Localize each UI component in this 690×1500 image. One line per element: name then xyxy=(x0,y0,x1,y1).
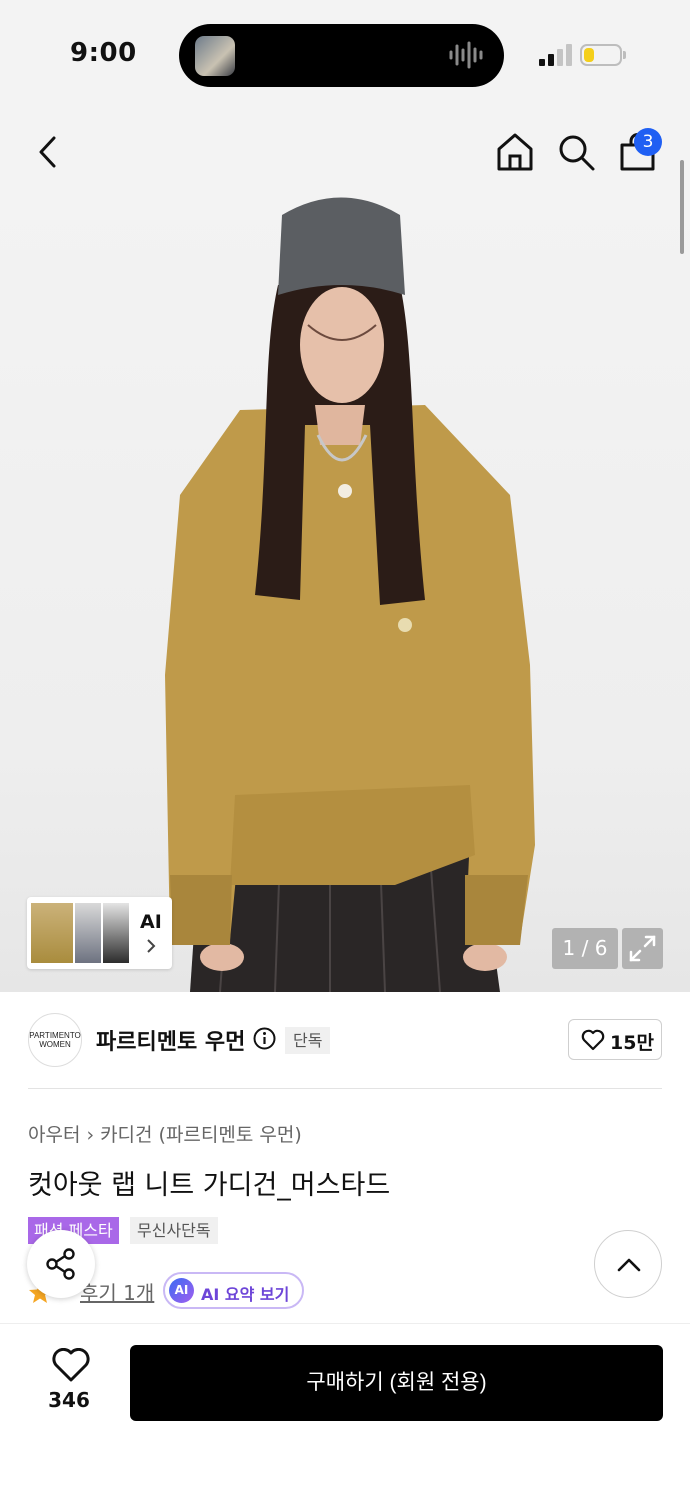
battery-tip xyxy=(623,51,626,59)
battery-icon xyxy=(580,44,622,66)
heart-icon[interactable] xyxy=(49,1348,93,1384)
dynamic-island[interactable] xyxy=(179,24,504,87)
battery-level xyxy=(584,48,594,62)
image-page-indicator: 1 / 6 xyxy=(552,928,618,969)
info-icon[interactable] xyxy=(253,1027,276,1050)
expand-image-button[interactable] xyxy=(622,928,663,969)
now-playing-thumbnail xyxy=(195,36,235,76)
cellular-signal-icon xyxy=(539,44,572,66)
scroll-to-top-button[interactable] xyxy=(594,1230,662,1298)
ai-label: AI xyxy=(140,911,162,933)
cart-count-badge: 3 xyxy=(634,128,662,156)
breadcrumb: 아우터 › 카디건 (파르티멘토 우먼) xyxy=(28,1120,302,1147)
buy-button[interactable]: 구매하기 (회원 전용) xyxy=(130,1345,663,1421)
top-navigation xyxy=(0,110,690,195)
ai-icon: AI xyxy=(169,1278,194,1303)
ai-lookbook-card[interactable]: AI xyxy=(27,897,172,969)
ai-summary-button[interactable]: AI AI 요약 보기 xyxy=(163,1272,304,1309)
thumbnail-1 xyxy=(31,903,73,963)
review-link[interactable]: 후기 1개 xyxy=(80,1277,154,1306)
musinsa-exclusive-tag: 무신사단독 xyxy=(130,1217,218,1244)
status-time: 9:00 xyxy=(70,38,137,68)
search-icon[interactable] xyxy=(556,132,596,172)
product-title: 컷아웃 랩 니트 가디건_머스타드 xyxy=(28,1170,391,1201)
exclusive-badge: 단독 xyxy=(285,1027,331,1054)
breadcrumb-subcategory[interactable]: 카디건 (파르티멘토 우먼) xyxy=(100,1124,302,1146)
share-button[interactable] xyxy=(27,1230,95,1298)
chevron-left-icon[interactable] xyxy=(32,134,64,170)
heart-icon xyxy=(581,1029,605,1051)
brand-logo[interactable]: PARTIMENTO WOMEN xyxy=(28,1013,82,1067)
ai-summary-label: AI 요약 보기 xyxy=(201,1285,290,1304)
product-like-count: 346 xyxy=(48,1388,90,1412)
thumbnail-3 xyxy=(103,903,129,963)
brand-like-count: 15만 xyxy=(610,1032,654,1054)
home-icon[interactable] xyxy=(495,132,535,172)
audio-wave-icon xyxy=(449,41,483,69)
chevron-right-icon xyxy=(147,939,156,953)
section-divider xyxy=(28,1088,662,1089)
expand-icon xyxy=(629,935,656,962)
status-bar: 9:00 xyxy=(0,0,690,110)
page-scrollbar[interactable] xyxy=(680,160,684,254)
chevron-right-icon: › xyxy=(86,1124,95,1146)
share-icon xyxy=(46,1248,75,1280)
brand-name[interactable]: 파르티멘토 우먼 xyxy=(96,1024,245,1056)
thumbnail-2 xyxy=(75,903,101,963)
chevron-up-icon xyxy=(617,1258,641,1272)
brand-like-button[interactable]: 15만 xyxy=(568,1019,662,1060)
product-image[interactable] xyxy=(0,195,690,992)
breadcrumb-category[interactable]: 아우터 xyxy=(28,1124,80,1146)
model-photo xyxy=(165,197,535,992)
